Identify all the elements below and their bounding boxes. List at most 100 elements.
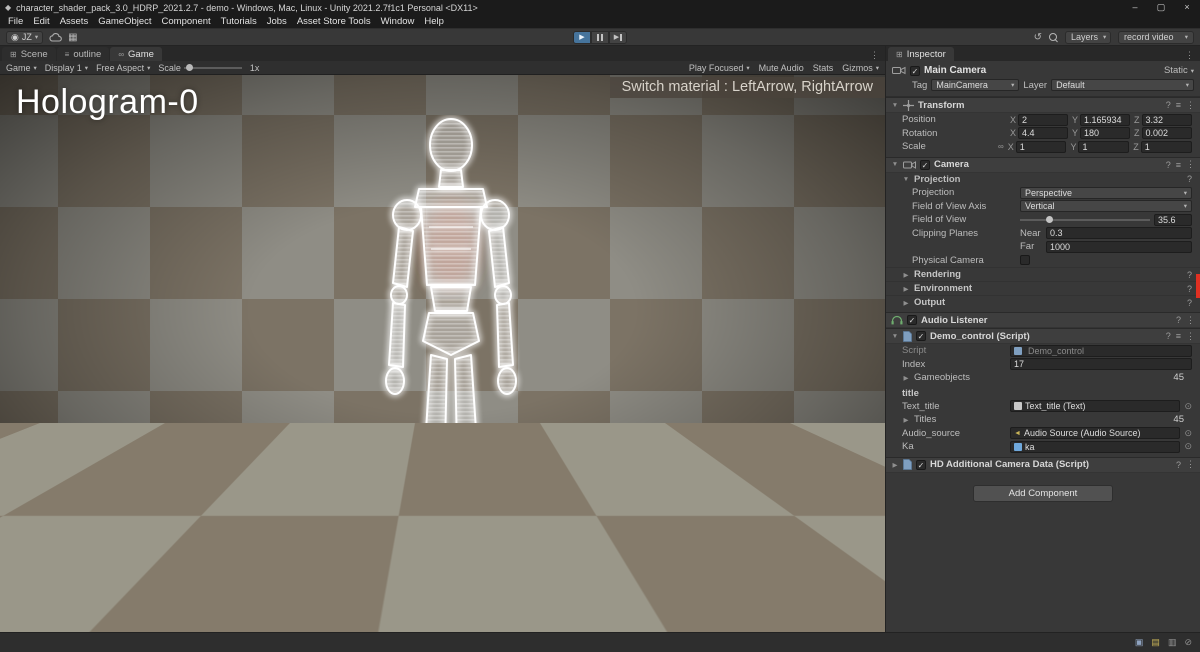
fov-slider[interactable]: [1020, 219, 1150, 221]
far-field[interactable]: 1000: [1046, 241, 1192, 253]
preset-icon[interactable]: ≡: [1176, 100, 1181, 110]
near-field[interactable]: 0.3: [1046, 227, 1192, 239]
rendering-foldout[interactable]: ▶ Rendering ?: [886, 267, 1200, 281]
minimize-button[interactable]: –: [1122, 0, 1148, 15]
scale-slider-track[interactable]: [184, 67, 242, 69]
transform-header[interactable]: ▼ Transform ? ≡ ⋮: [886, 97, 1200, 113]
menu-tutorials[interactable]: Tutorials: [216, 16, 262, 27]
menu-assets[interactable]: Assets: [55, 16, 94, 27]
index-field[interactable]: 17: [1010, 358, 1192, 370]
rotation-y-field[interactable]: 180: [1080, 127, 1130, 139]
position-x-field[interactable]: 2: [1018, 114, 1068, 126]
cloud-icon[interactable]: [49, 33, 62, 42]
demo-control-header[interactable]: ▼ ✓ Demo_control (Script) ? ≡ ⋮: [886, 328, 1200, 344]
scale-slider[interactable]: Scale: [158, 63, 242, 73]
close-button[interactable]: ×: [1174, 0, 1200, 15]
play-button[interactable]: ▶: [573, 31, 591, 44]
menu-help[interactable]: Help: [419, 16, 449, 27]
fov-slider-thumb[interactable]: [1046, 216, 1053, 223]
kebab-icon[interactable]: ⋮: [1186, 459, 1195, 470]
hd-camera-data-checkbox[interactable]: ✓: [916, 460, 926, 470]
scale-x-field[interactable]: 1: [1016, 141, 1067, 153]
titles-row[interactable]: ▶ Titles 45: [886, 413, 1200, 427]
fov-axis-dropdown[interactable]: Vertical ▾: [1020, 200, 1192, 212]
pause-button[interactable]: [591, 31, 609, 44]
panel-menu-icon[interactable]: ⋮: [864, 50, 885, 61]
rotation-x-field[interactable]: 4.4: [1018, 127, 1068, 139]
tag-dropdown[interactable]: MainCamera ▾: [931, 79, 1019, 91]
services-status-icon[interactable]: ▥: [1168, 637, 1177, 648]
help-icon[interactable]: ?: [1166, 331, 1171, 341]
rotation-z-field[interactable]: 0.002: [1142, 127, 1193, 139]
display-dropdown[interactable]: Display 1 ▾: [45, 63, 88, 73]
hd-camera-data-header[interactable]: ▶ ✓ HD Additional Camera Data (Script) ?…: [886, 457, 1200, 473]
audio-listener-checkbox[interactable]: ✓: [907, 315, 917, 325]
help-icon[interactable]: ?: [1176, 315, 1181, 325]
camera-enabled-checkbox[interactable]: ✓: [920, 160, 930, 170]
position-z-field[interactable]: 3.32: [1142, 114, 1193, 126]
help-icon[interactable]: ?: [1187, 174, 1192, 184]
help-icon[interactable]: ?: [1176, 460, 1181, 470]
tab-scene[interactable]: ⊞ Scene: [2, 47, 56, 61]
object-picker-icon[interactable]: ⊙: [1184, 441, 1192, 452]
package-status-icon[interactable]: ▣: [1135, 637, 1144, 648]
next-material-arrow[interactable]: ›: [865, 600, 873, 624]
foldout-open-icon[interactable]: ▼: [891, 333, 899, 340]
menu-asset-store-tools[interactable]: Asset Store Tools: [292, 16, 376, 27]
tab-inspector[interactable]: ⊞ Inspector: [888, 47, 954, 61]
undo-history-icon[interactable]: ↺: [1034, 32, 1042, 43]
output-foldout[interactable]: ▶ Output ?: [886, 295, 1200, 309]
stats-toggle[interactable]: Stats: [813, 63, 834, 73]
projection-foldout[interactable]: ▼ Projection ?: [886, 173, 1200, 187]
position-y-field[interactable]: 1.165934: [1080, 114, 1130, 126]
menu-window[interactable]: Window: [376, 16, 420, 27]
foldout-closed-icon[interactable]: ▶: [891, 461, 899, 469]
menu-jobs[interactable]: Jobs: [262, 16, 292, 27]
audio-listener-header[interactable]: ✓ Audio Listener ? ⋮: [886, 312, 1200, 328]
scale-z-field[interactable]: 1: [1141, 141, 1192, 153]
kebab-icon[interactable]: ⋮: [1186, 315, 1195, 326]
gameobjects-row[interactable]: ▶ Gameobjects 45: [886, 371, 1200, 385]
help-icon[interactable]: ?: [1166, 160, 1171, 170]
menu-gameobject[interactable]: GameObject: [93, 16, 156, 27]
tab-outline[interactable]: ≡ outline: [57, 47, 110, 61]
projection-dropdown[interactable]: Perspective ▾: [1020, 187, 1192, 199]
environment-foldout[interactable]: ▶ Environment ?: [886, 281, 1200, 295]
grid-icon[interactable]: ▦: [68, 32, 77, 43]
kebab-icon[interactable]: ⋮: [1186, 331, 1195, 342]
menu-file[interactable]: File: [3, 16, 28, 27]
layer-dropdown[interactable]: Default ▾: [1051, 79, 1194, 91]
object-picker-icon[interactable]: ⊙: [1184, 428, 1192, 439]
static-dropdown[interactable]: Static ▾: [1164, 65, 1194, 76]
help-icon[interactable]: ?: [1166, 100, 1171, 110]
physical-camera-checkbox[interactable]: [1020, 255, 1030, 265]
add-component-button[interactable]: Add Component: [973, 485, 1113, 502]
inspector-menu-icon[interactable]: ⋮: [1179, 50, 1200, 61]
step-button[interactable]: ▶: [609, 31, 627, 44]
mute-audio-toggle[interactable]: Mute Audio: [759, 63, 804, 73]
scale-y-field[interactable]: 1: [1078, 141, 1129, 153]
menu-edit[interactable]: Edit: [28, 16, 54, 27]
tab-game[interactable]: ∞ Game: [110, 47, 162, 61]
object-picker-icon[interactable]: ⊙: [1184, 401, 1192, 412]
gameobject-active-checkbox[interactable]: ✓: [910, 66, 920, 76]
game-menu-dropdown[interactable]: Game ▾: [6, 63, 37, 73]
ka-object-field[interactable]: ka: [1010, 441, 1180, 453]
search-icon[interactable]: [1049, 33, 1058, 42]
kebab-icon[interactable]: ⋮: [1186, 100, 1195, 111]
demo-control-checkbox[interactable]: ✓: [916, 331, 926, 341]
audio-source-object-field[interactable]: ◄ Audio Source (Audio Source): [1010, 427, 1180, 439]
aspect-dropdown[interactable]: Free Aspect ▾: [96, 63, 150, 73]
script-object-field[interactable]: Demo_control: [1010, 345, 1192, 357]
console-status-icon[interactable]: ▤: [1151, 637, 1160, 648]
gizmos-dropdown[interactable]: Gizmos ▾: [842, 63, 879, 73]
camera-header[interactable]: ▼ ✓ Camera ? ≡ ⋮: [886, 157, 1200, 173]
text-title-object-field[interactable]: Text_title (Text): [1010, 400, 1180, 412]
help-icon[interactable]: ?: [1187, 284, 1192, 294]
layout-dropdown[interactable]: record video ▾: [1118, 31, 1194, 44]
menu-component[interactable]: Component: [157, 16, 216, 27]
link-scale-icon[interactable]: ∞: [998, 142, 1004, 151]
preset-icon[interactable]: ≡: [1176, 160, 1181, 170]
progress-status-icon[interactable]: ⊘: [1184, 637, 1192, 648]
preset-icon[interactable]: ≡: [1176, 331, 1181, 341]
